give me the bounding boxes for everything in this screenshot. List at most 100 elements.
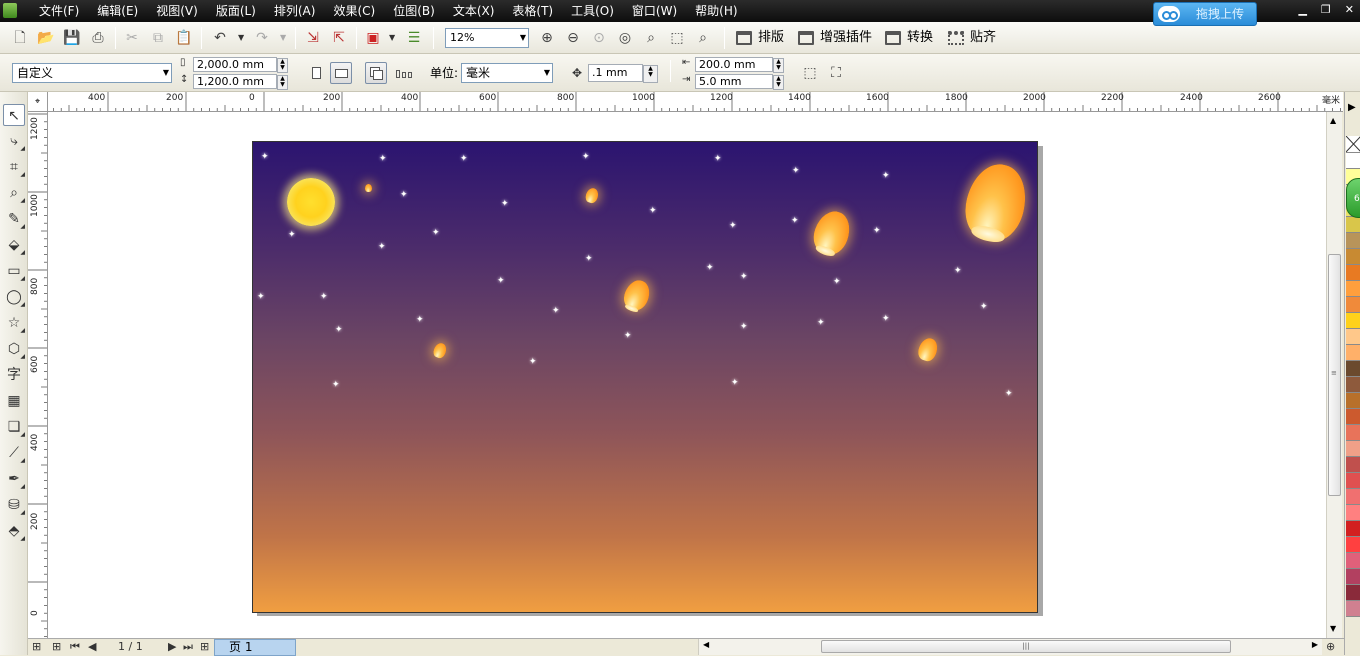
menu-layout[interactable]: 版面(L) — [207, 0, 265, 22]
duplicate-y-spinner[interactable]: ▲ ▼ — [773, 75, 784, 90]
zoom-navigator-icon[interactable]: ⊕ — [1326, 640, 1335, 654]
drag-upload-button[interactable]: 拖拽上传 — [1153, 2, 1257, 26]
fill-tool-icon[interactable]: ⛁ ◢ — [3, 494, 25, 516]
redo-dropdown-icon[interactable]: ▼ — [280, 28, 286, 48]
star-shape[interactable]: ✦ — [582, 153, 590, 162]
menu-view[interactable]: 视图(V) — [147, 0, 207, 22]
horizontal-ruler[interactable]: 400 200 0 200 400 600 800 1000 1200 1400… — [28, 92, 1343, 112]
star-shape[interactable]: ✦ — [882, 315, 890, 324]
launcher-dropdown-icon[interactable]: ▼ — [389, 28, 395, 48]
color-swatch[interactable] — [1346, 217, 1360, 233]
star-shape[interactable]: ✦ — [432, 229, 440, 238]
add-page-after-icon[interactable]: ⊞ — [200, 640, 209, 654]
star-shape[interactable]: ✦ — [1005, 390, 1013, 399]
color-swatch[interactable] — [1346, 393, 1360, 409]
sky-lantern-shape[interactable] — [620, 276, 654, 314]
zoom-all-objects-icon[interactable]: ◎ — [615, 28, 635, 48]
duplicate-distance-y-input[interactable]: 5.0 mm ▲ ▼ — [695, 74, 784, 90]
star-shape[interactable]: ✦ — [552, 307, 560, 316]
outline-tool-icon[interactable]: ✒ ◢ — [3, 468, 25, 490]
color-swatch[interactable] — [1346, 233, 1360, 249]
color-swatch[interactable] — [1346, 521, 1360, 537]
options-icon[interactable]: ☰ — [404, 28, 424, 48]
basic-shapes-tool-icon[interactable]: ⬡ ◢ — [3, 338, 25, 360]
convert-plugin-button[interactable]: 转换 — [883, 28, 933, 48]
star-shape[interactable]: ✦ — [980, 303, 988, 312]
undo-icon[interactable]: ↶ — [210, 28, 230, 48]
horizontal-scroll-thumb[interactable]: ||| — [821, 640, 1231, 653]
previous-page-icon[interactable]: ◀ — [88, 640, 96, 654]
color-swatch[interactable] — [1346, 473, 1360, 489]
page-tab[interactable]: 页 1 — [214, 639, 296, 656]
all-pages-icon[interactable] — [365, 62, 387, 84]
table-tool-icon[interactable]: ▦ — [3, 390, 25, 412]
interactive-fill-tool-icon[interactable]: ⬘ ◢ — [3, 520, 25, 542]
color-swatch[interactable] — [1346, 153, 1360, 169]
menu-table[interactable]: 表格(T) — [503, 0, 562, 22]
portrait-icon[interactable] — [305, 62, 327, 84]
last-page-icon[interactable]: ⏭ — [183, 640, 193, 654]
menu-effects[interactable]: 效果(C) — [324, 0, 384, 22]
application-launcher-icon[interactable]: ▣ — [363, 28, 383, 48]
star-shape[interactable]: ✦ — [833, 278, 841, 287]
duplicate-distance-x-input[interactable]: 200.0 mm ▲ ▼ — [695, 57, 784, 73]
ellipse-tool-icon[interactable]: ◯ ◢ — [3, 286, 25, 308]
drop-shadow-tool-icon[interactable]: ❏ ◢ — [3, 416, 25, 438]
unit-select[interactable]: 毫米 ▼ — [461, 63, 553, 83]
menu-edit[interactable]: 编辑(E) — [88, 0, 147, 22]
nudge-distance-input[interactable]: .1 mm ▲ ▼ — [588, 64, 658, 83]
page-width-spinner[interactable]: ▲ ▼ — [277, 58, 288, 73]
star-shape[interactable]: ✦ — [729, 222, 737, 231]
star-shape[interactable]: ✦ — [288, 231, 296, 240]
restore-icon[interactable]: ❐ — [1321, 0, 1331, 20]
copy-icon[interactable]: ⧉ — [148, 28, 168, 48]
horizontal-scrollbar[interactable]: ◀ ||| ▶ — [698, 639, 1322, 655]
sky-lantern-shape[interactable] — [365, 184, 372, 192]
star-shape[interactable]: ✦ — [416, 316, 424, 325]
star-shape[interactable]: ✦ — [954, 267, 962, 276]
paste-icon[interactable]: 📋 — [174, 28, 194, 48]
floating-badge[interactable]: 60 — [1346, 178, 1360, 218]
color-swatch[interactable] — [1346, 265, 1360, 281]
edit-bleed-icon[interactable]: ⛶ — [826, 63, 846, 83]
star-shape[interactable]: ✦ — [379, 155, 387, 164]
star-shape[interactable]: ✦ — [817, 319, 825, 328]
color-swatch[interactable] — [1346, 361, 1360, 377]
text-tool-icon[interactable]: 字 — [3, 364, 25, 386]
star-shape[interactable]: ✦ — [460, 155, 468, 164]
star-shape[interactable]: ✦ — [882, 172, 890, 181]
menu-tools[interactable]: 工具(O) — [562, 0, 623, 22]
next-page-icon[interactable]: ▶ — [168, 640, 176, 654]
nudge-spinner[interactable]: ▲ ▼ — [643, 65, 658, 83]
star-shape[interactable]: ✦ — [320, 293, 328, 302]
no-fill-swatch-icon[interactable] — [1345, 135, 1360, 153]
redo-icon[interactable]: ↷ — [252, 28, 272, 48]
star-shape[interactable]: ✦ — [731, 379, 739, 388]
new-document-icon[interactable]: 🗋 — [10, 28, 30, 48]
star-shape[interactable]: ✦ — [529, 358, 537, 367]
star-shape[interactable]: ✦ — [400, 191, 408, 200]
shape-tool-icon[interactable]: ⤷ ◢ — [3, 130, 25, 152]
color-swatch[interactable] — [1346, 489, 1360, 505]
open-folder-icon[interactable]: 📂 — [36, 28, 56, 48]
duplicate-x-spinner[interactable]: ▲ ▼ — [773, 58, 784, 73]
color-swatch[interactable] — [1346, 329, 1360, 345]
star-shape[interactable]: ✦ — [792, 167, 800, 176]
star-shape[interactable]: ✦ — [261, 153, 269, 162]
color-swatch[interactable] — [1346, 345, 1360, 361]
snap-plugin-button[interactable]: 贴齐 — [946, 28, 996, 48]
sky-lantern-shape[interactable] — [431, 341, 449, 360]
color-swatch[interactable] — [1346, 553, 1360, 569]
ruler-origin-icon[interactable]: ⌖ — [28, 92, 48, 112]
star-shape[interactable]: ✦ — [332, 381, 340, 390]
color-swatch[interactable] — [1346, 297, 1360, 313]
rectangle-tool-icon[interactable]: ▭ ◢ — [3, 260, 25, 282]
zoom-level-select[interactable]: 12% ▼ — [445, 28, 529, 48]
zoom-selected-icon[interactable]: ⊙ — [589, 28, 609, 48]
zoom-out-icon[interactable]: ⊖ — [563, 28, 583, 48]
treat-as-filled-icon[interactable]: ⬚ — [800, 63, 820, 83]
eyedropper-tool-icon[interactable]: ⟋ ◢ — [3, 442, 25, 464]
scroll-up-icon[interactable]: ▲ — [1330, 116, 1336, 125]
color-swatch[interactable] — [1346, 281, 1360, 297]
scroll-right-icon[interactable]: ▶ — [1312, 640, 1318, 649]
